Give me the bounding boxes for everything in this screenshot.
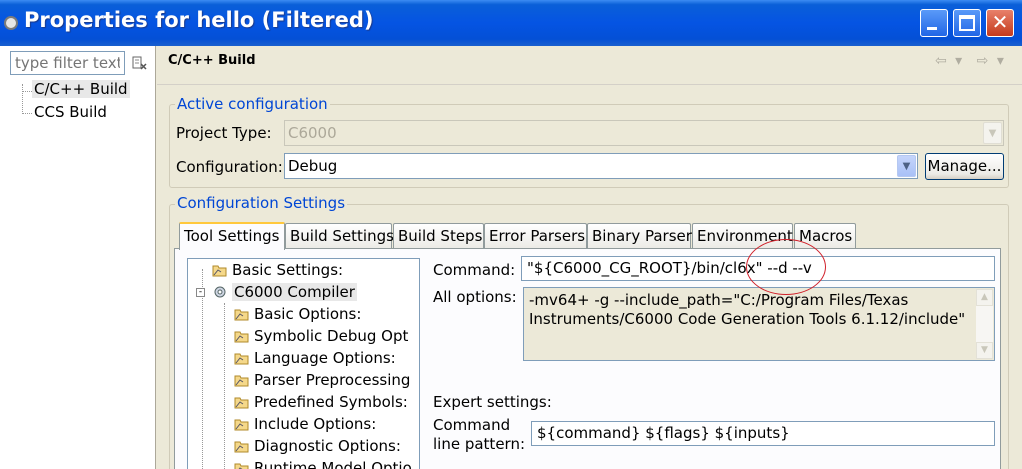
page-title: C/C++ Build (168, 53, 256, 68)
tab-build-settings[interactable]: Build Settings (285, 223, 394, 248)
all-options-line-2: Instruments/C6000 Code Generation Tools … (529, 310, 966, 328)
forward-arrow-icon[interactable]: ⇨ ▾ (977, 53, 1006, 69)
nav-item-cpp-build[interactable]: C/C++ Build (32, 80, 130, 98)
project-type-combo: C6000 ▼ (284, 120, 1004, 146)
nav-arrows: ⇦ ▾ ⇨ ▾ (935, 53, 1006, 69)
filter-input[interactable] (10, 51, 125, 75)
folder-icon (234, 331, 249, 343)
tree-item-parser-preprocessing[interactable]: Parser Preprocessing (254, 371, 410, 389)
expert-settings-label: Expert settings: (433, 393, 552, 411)
close-icon: ✕ (991, 10, 1009, 34)
tree-item-runtime-model[interactable]: Runtime Model Optio (254, 459, 412, 469)
close-button[interactable]: ✕ (986, 9, 1014, 37)
window-title: Properties for hello (Filtered) (24, 8, 374, 32)
title-bar: Properties for hello (Filtered) ✕ (0, 0, 1022, 46)
minimize-button[interactable] (920, 9, 948, 37)
project-type-value: C6000 (288, 124, 337, 142)
app-icon (4, 16, 18, 30)
tree-item-language-options[interactable]: Language Options: (254, 349, 396, 367)
manage-button[interactable]: Manage... (925, 153, 1004, 180)
tab-environment[interactable]: Environment (692, 223, 793, 248)
tool-tree: Basic Settings: - C6000 Compiler Basic O… (187, 258, 420, 469)
scroll-down-icon[interactable]: ▼ (976, 342, 993, 359)
command-line-pattern-label: Command line pattern: (433, 416, 525, 454)
configuration-value: Debug (288, 157, 338, 175)
folder-icon (234, 419, 249, 431)
all-options-line-1: -mv64+ -g --include_path="C:/Program Fil… (529, 291, 909, 309)
gear-icon (214, 286, 226, 298)
configuration-combo[interactable]: Debug ▼ (284, 153, 918, 179)
folder-icon (234, 353, 249, 365)
command-line-pattern-field[interactable]: ${command} ${flags} ${inputs} (531, 421, 995, 446)
folder-icon (234, 441, 249, 453)
tab-error-parsers[interactable]: Error Parsers (484, 223, 587, 248)
maximize-button[interactable] (953, 9, 981, 37)
tree-item-c6000-compiler[interactable]: C6000 Compiler (232, 283, 357, 301)
tree-item-diagnostic-options[interactable]: Diagnostic Options: (254, 437, 401, 455)
tab-macros[interactable]: Macros (794, 223, 856, 248)
left-navigation-panel: C/C++ Build CCS Build (0, 46, 156, 469)
clear-filter-icon[interactable] (132, 55, 148, 71)
tree-item-basic-options[interactable]: Basic Options: (254, 305, 361, 323)
command-label: Command: (433, 261, 516, 279)
chevron-down-icon: ▼ (983, 122, 1002, 144)
chevron-down-icon[interactable]: ▼ (897, 155, 916, 177)
properties-page: C/C++ Build ⇦ ▾ ⇨ ▾ Active configuration… (157, 46, 1022, 469)
all-options-label: All options: (433, 288, 517, 306)
options-scrollbar[interactable]: ▲ ▼ (976, 289, 993, 359)
nav-item-ccs-build[interactable]: CCS Build (34, 103, 107, 121)
configuration-label: Configuration: (176, 158, 283, 176)
header-divider (157, 84, 1022, 85)
pattern-label-line-1: Command (433, 416, 511, 434)
tab-binary-parser[interactable]: Binary Parser (587, 223, 692, 248)
tree-item-predefined-symbols[interactable]: Predefined Symbols: (254, 393, 408, 411)
command-field[interactable]: "${C6000_CG_ROOT}/bin/cl6x" --d --v (521, 256, 995, 281)
folder-icon (234, 463, 249, 469)
tree-item-basic-settings[interactable]: Basic Settings: (232, 261, 343, 279)
minimize-icon (927, 27, 937, 30)
tab-tool-settings[interactable]: Tool Settings (179, 222, 285, 250)
all-options-area[interactable]: -mv64+ -g --include_path="C:/Program Fil… (523, 287, 995, 361)
folder-icon (234, 309, 249, 321)
configuration-settings-label: Configuration Settings (175, 194, 348, 212)
tree-item-symbolic-debug[interactable]: Symbolic Debug Opt (254, 327, 408, 345)
back-arrow-icon[interactable]: ⇦ ▾ (935, 53, 964, 69)
pattern-label-line-2: line pattern: (433, 435, 526, 453)
active-configuration-label: Active configuration (175, 95, 330, 113)
folder-icon (234, 375, 249, 387)
tab-build-steps[interactable]: Build Steps (393, 223, 484, 248)
maximize-icon (959, 15, 975, 31)
collapse-icon[interactable]: - (196, 288, 205, 297)
scroll-up-icon[interactable]: ▲ (976, 289, 993, 306)
folder-icon (212, 265, 227, 277)
project-type-label: Project Type: (176, 124, 272, 142)
tree-item-include-options[interactable]: Include Options: (254, 415, 376, 433)
tree-line (22, 84, 23, 114)
folder-icon (234, 397, 249, 409)
